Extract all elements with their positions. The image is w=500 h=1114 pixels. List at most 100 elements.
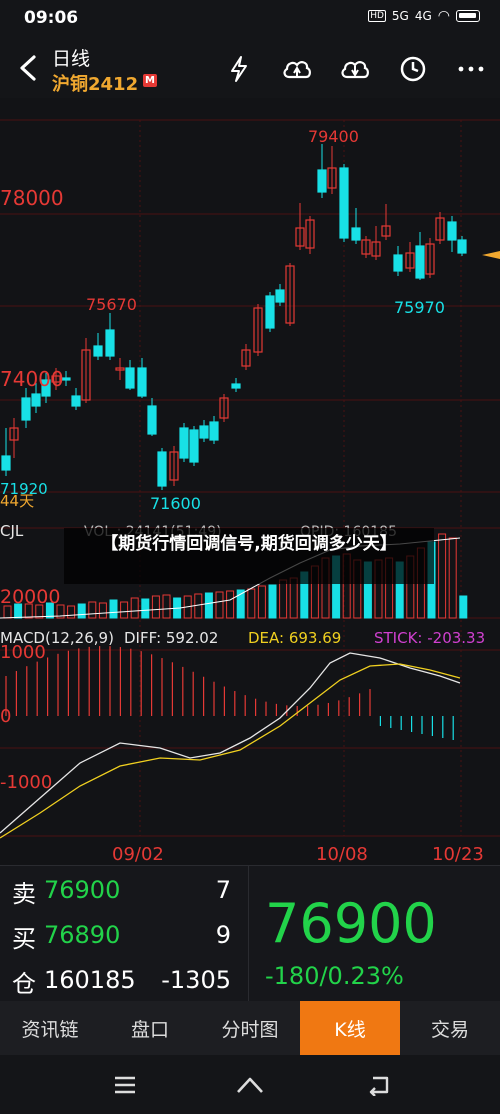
- last-price: 76900: [265, 892, 437, 955]
- cloud-down-button[interactable]: [338, 52, 372, 86]
- menu-icon: [115, 1076, 135, 1094]
- axis-label-78000: 78000: [0, 186, 64, 210]
- candle-body: [393, 254, 403, 272]
- candle-body: [457, 239, 467, 254]
- volume-bar: [279, 579, 288, 619]
- back-nav-button[interactable]: [360, 1069, 400, 1101]
- macd-series: [0, 646, 461, 839]
- status-icons: HD 5G 4G ◠: [368, 8, 480, 24]
- home-button[interactable]: [230, 1069, 270, 1101]
- macd-dea: DEA: 693.69: [248, 629, 341, 647]
- volume-bar: [67, 605, 76, 619]
- candle-body: [265, 295, 275, 329]
- tab-order-book[interactable]: 盘口: [100, 1001, 200, 1055]
- days-label: 44天: [0, 492, 34, 510]
- candle-body: [147, 405, 157, 435]
- volume-bar: [215, 591, 224, 619]
- open-interest-label: 仓: [12, 970, 36, 998]
- signal-5g-icon: 5G: [391, 9, 409, 23]
- sell-label: 卖: [12, 880, 36, 908]
- tab-news-chain[interactable]: 资讯链: [0, 1001, 100, 1055]
- candle-body: [231, 383, 241, 389]
- cloud-up-button[interactable]: [280, 52, 314, 86]
- macd-diff: DIFF: 592.02: [124, 629, 218, 647]
- back-nav-icon: [369, 1076, 389, 1096]
- buy-label: 买: [12, 925, 36, 953]
- candle-body: [447, 221, 457, 241]
- kline-chart-svg: 79400 78000 75670 75970 74000 71920 7160…: [0, 119, 500, 865]
- menu-button[interactable]: [105, 1069, 145, 1101]
- quote-panel: 卖 76900 7 买 76890 9 仓 160185 -1305 76900…: [0, 865, 500, 1002]
- candle-body: [125, 367, 135, 389]
- price-label-75970: 75970: [394, 298, 445, 317]
- volume-bar: [194, 593, 203, 619]
- price-label-high: 79400: [308, 127, 359, 146]
- volume-bar: [257, 585, 266, 619]
- open-interest-row: 仓 160185 -1305: [12, 958, 237, 1002]
- status-bar: 09:06 HD 5G 4G ◠: [0, 0, 500, 38]
- open-interest-total: 160185: [44, 966, 136, 994]
- header: 日线 沪铜2412 M: [0, 38, 500, 98]
- tab-trade[interactable]: 交易: [400, 1001, 500, 1055]
- candle-body: [351, 227, 361, 241]
- sell-price: 76900: [44, 876, 121, 904]
- candle-body: [179, 427, 189, 459]
- volume-bar: [151, 595, 160, 619]
- sell-row: 卖 76900 7: [12, 868, 237, 912]
- wifi-icon: ◠: [437, 8, 450, 24]
- tab-kline[interactable]: K线: [300, 1001, 400, 1055]
- volume-bar: [88, 601, 97, 619]
- contract-name[interactable]: 沪铜2412: [52, 70, 138, 96]
- period-title: 日线: [52, 48, 91, 70]
- date-label-2: 10/08: [316, 844, 368, 865]
- volume-bar: [289, 577, 298, 619]
- battery-icon: [456, 10, 480, 22]
- date-label-3: 10/23: [432, 844, 484, 865]
- candle-body: [1, 455, 11, 471]
- open-interest-change: -1305: [161, 966, 231, 994]
- volume-axis-20000: 20000: [0, 586, 60, 608]
- price-label-71600: 71600: [150, 494, 201, 513]
- price-change: -180/0.23%: [265, 962, 404, 990]
- sell-volume: 7: [215, 876, 231, 904]
- candle-body: [339, 167, 349, 239]
- date-label-1: 09/02: [112, 844, 164, 865]
- volume-bar: [162, 594, 171, 619]
- volume-bar: [130, 597, 139, 619]
- grid-lines: [0, 119, 500, 837]
- candle-body: [21, 397, 31, 421]
- axis-label-74000: 74000: [0, 367, 64, 391]
- candle-body: [105, 329, 115, 357]
- volume-bar: [77, 603, 86, 619]
- kline-chart[interactable]: 79400 78000 75670 75970 74000 71920 7160…: [0, 98, 500, 868]
- buy-price: 76890: [44, 921, 121, 949]
- candle-body: [31, 393, 41, 407]
- volume-bar: [109, 599, 118, 619]
- buy-row: 买 76890 9: [12, 913, 237, 957]
- macd-axis-top: 1000: [0, 642, 46, 663]
- candle-body: [93, 345, 103, 357]
- more-button[interactable]: [454, 52, 488, 86]
- price-label-75670: 75670: [86, 295, 137, 314]
- volume-bar: [226, 590, 235, 619]
- candle-body: [157, 451, 167, 487]
- system-nav-bar: [0, 1055, 500, 1114]
- tab-intraday[interactable]: 分时图: [200, 1001, 300, 1055]
- volume-bar: [459, 595, 468, 619]
- quote-divider: [248, 866, 249, 1002]
- bottom-tab-bar: 资讯链 盘口 分时图 K线 交易: [0, 1001, 500, 1055]
- candle-body: [275, 289, 285, 303]
- back-icon: [20, 55, 36, 81]
- back-button[interactable]: [10, 48, 46, 88]
- flash-button[interactable]: [222, 52, 256, 86]
- volume-bar: [98, 602, 107, 619]
- macd-axis-low: -1000: [0, 772, 52, 793]
- cloud-up-icon: [283, 61, 311, 79]
- status-time: 09:06: [24, 8, 79, 28]
- volume-bar: [120, 601, 129, 619]
- candle-body: [71, 395, 81, 407]
- clock-button[interactable]: [396, 52, 430, 86]
- candle-body: [199, 425, 209, 439]
- clock-icon: [400, 56, 426, 82]
- current-price-marker: [482, 251, 500, 259]
